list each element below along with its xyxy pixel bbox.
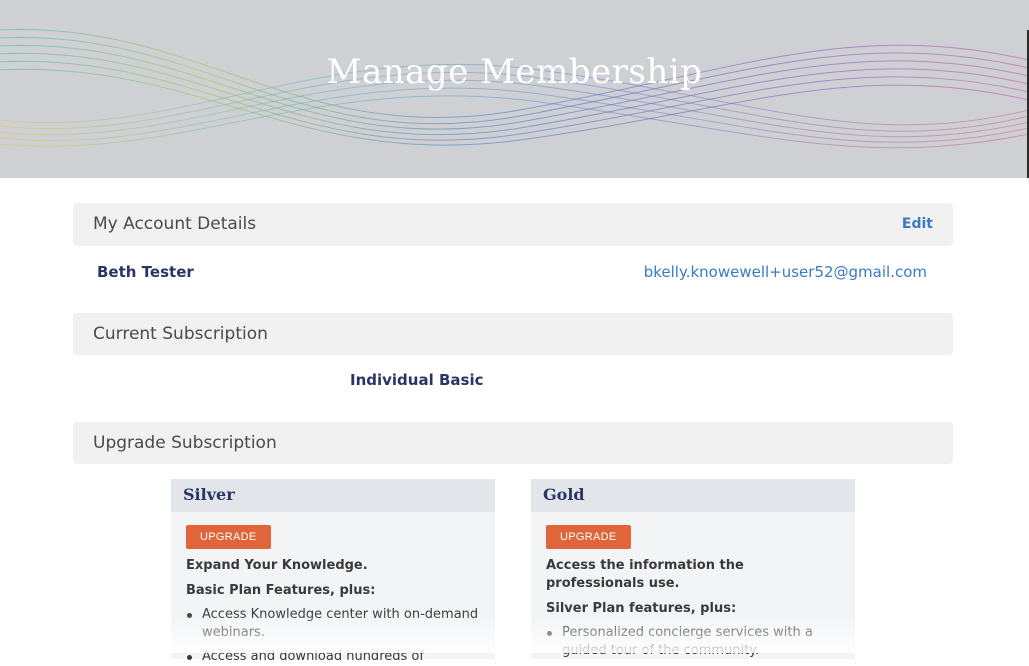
plan-features-list: Personalized concierge services with a g… xyxy=(546,624,840,660)
plan-tagline: Expand Your Knowledge. xyxy=(186,558,368,573)
plan-card-gold: Gold UPGRADE Access the information the … xyxy=(531,479,855,659)
upgrade-gold-button[interactable]: UPGRADE xyxy=(546,525,631,549)
upgrade-silver-button[interactable]: UPGRADE xyxy=(186,525,271,549)
plan-tagline: Access the information the professionals… xyxy=(546,558,744,591)
account-details-title: My Account Details xyxy=(93,214,257,234)
plan-card-body: UPGRADE Access the information the profe… xyxy=(531,512,855,660)
edit-account-link[interactable]: Edit xyxy=(902,216,933,232)
plan-name: Silver xyxy=(183,485,235,504)
account-name: Beth Tester xyxy=(97,263,194,281)
upgrade-subscription-header: Upgrade Subscription xyxy=(73,422,953,464)
plan-card-header: Gold xyxy=(531,479,855,512)
account-email-link[interactable]: bkelly.knowewell+user52@gmail.com xyxy=(644,263,927,281)
upgrade-subscription-title: Upgrade Subscription xyxy=(93,433,277,453)
plan-features-title: Basic Plan Features, plus: xyxy=(186,583,376,598)
current-plan-name: Individual Basic xyxy=(350,371,484,389)
list-item: Personalized concierge services with a g… xyxy=(546,624,840,660)
plan-card-silver: Silver UPGRADE Expand Your Knowledge. Ba… xyxy=(171,479,495,664)
current-subscription-header: Current Subscription xyxy=(73,313,953,355)
plan-card-body: UPGRADE Expand Your Knowledge. Basic Pla… xyxy=(171,512,495,666)
plan-card-header: Silver xyxy=(171,479,495,512)
scroll-fade-overlay xyxy=(0,613,1029,653)
current-subscription-title: Current Subscription xyxy=(93,324,268,344)
plan-features-title: Silver Plan features, plus: xyxy=(546,601,737,616)
hero-banner: Manage Membership xyxy=(0,0,1029,178)
list-item: Access and download hundreds of xyxy=(186,648,480,666)
page-title: Manage Membership xyxy=(326,52,703,92)
list-item: Access Knowledge center with on-demand w… xyxy=(186,606,480,642)
account-details-header: My Account Details Edit xyxy=(73,203,953,246)
plan-features-list: Access Knowledge center with on-demand w… xyxy=(186,606,480,666)
plan-name: Gold xyxy=(543,485,585,504)
